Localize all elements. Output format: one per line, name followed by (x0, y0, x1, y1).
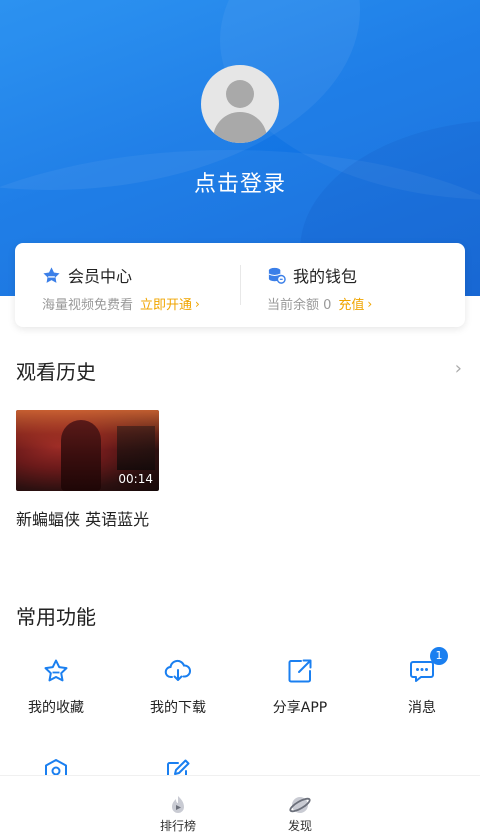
tab-discover[interactable]: 发现 (260, 794, 340, 834)
functions-title: 常用功能 (16, 605, 96, 629)
vip-star-icon (43, 266, 60, 283)
vip-sub-row: 海量视频免费看 立即开通 › (42, 294, 200, 314)
vip-center[interactable]: 会员中心 海量视频免费看 立即开通 › (15, 243, 240, 327)
message-count-badge: 1 (430, 647, 448, 665)
share-app-button[interactable]: 分享APP (240, 657, 360, 717)
wallet-title: 我的钱包 (293, 267, 358, 286)
rank-icon (172, 796, 184, 813)
downloads-label: 我的下载 (150, 700, 206, 716)
downloads-button[interactable]: 我的下载 (118, 657, 238, 717)
tab-rank[interactable]: 排行榜 (138, 794, 218, 834)
history-more-chevron-icon[interactable]: › (455, 358, 462, 379)
favorites-button[interactable]: 我的收藏 (0, 657, 116, 717)
wallet-balance: 当前余额 0 (267, 298, 332, 313)
star-icon (44, 659, 68, 682)
share-icon (288, 659, 312, 683)
history-video-thumbnail[interactable]: 00:14 (16, 410, 159, 491)
recharge-link[interactable]: 充值 (338, 294, 364, 313)
member-card: 会员中心 海量视频免费看 立即开通 › 我的钱包 当前余额 0 充值 › (15, 243, 465, 327)
avatar-head (226, 80, 254, 108)
thumbnail-figure (61, 420, 101, 491)
history-video-title[interactable]: 新蝙蝠侠 英语蓝光 (16, 506, 161, 533)
chevron-right-icon: › (367, 296, 373, 311)
history-title: 观看历史 (16, 360, 96, 384)
discover-icon (289, 797, 311, 813)
wallet-sub-row: 当前余额 0 充值 › (267, 294, 373, 314)
share-app-label: 分享APP (272, 700, 328, 716)
vip-title-row: 会员中心 (42, 263, 132, 287)
avatar[interactable] (201, 65, 279, 143)
messages-button[interactable]: 1 消息 (362, 647, 480, 717)
vip-open-link[interactable]: 立即开通 (140, 294, 192, 313)
favorites-label: 我的收藏 (28, 700, 84, 716)
messages-label: 消息 (408, 700, 436, 716)
wallet[interactable]: 我的钱包 当前余额 0 充值 › (240, 243, 465, 327)
vip-subtitle: 海量视频免费看 (42, 298, 134, 313)
cloud-download-icon (164, 659, 191, 681)
tab-rank-label: 排行榜 (159, 819, 196, 833)
thumbnail-skyline (117, 426, 155, 470)
chevron-right-icon: › (195, 296, 200, 311)
vip-title: 会员中心 (68, 267, 133, 286)
login-link[interactable]: 点击登录 (0, 166, 480, 198)
wallet-coins-icon (268, 267, 286, 284)
bottom-tab-bar: 排行榜 发现 (0, 775, 480, 835)
avatar-body (213, 112, 267, 143)
tab-discover-label: 发现 (287, 819, 312, 833)
wallet-title-row: 我的钱包 (267, 263, 357, 287)
video-duration: 00:14 (118, 472, 153, 486)
